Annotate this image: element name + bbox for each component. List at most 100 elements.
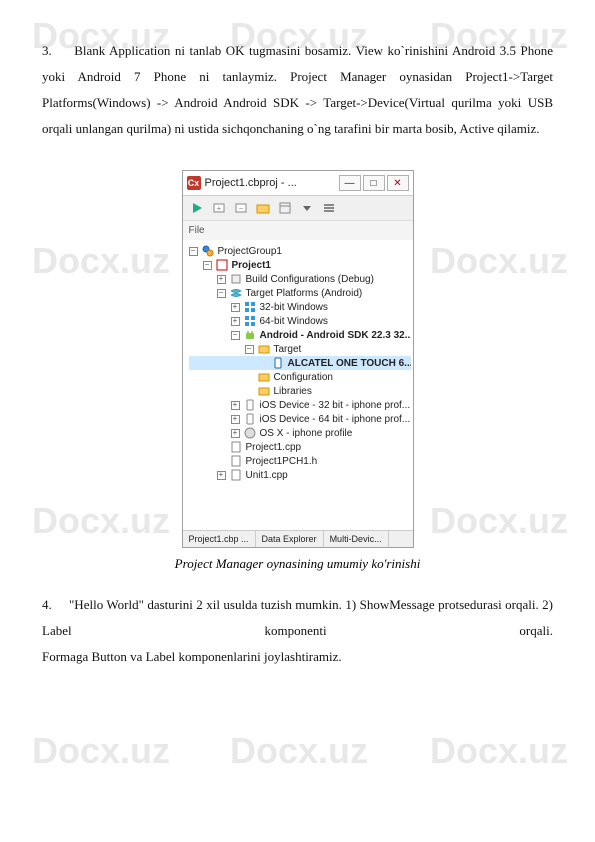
tree-ios64[interactable]: + iOS Device - 64 bit - iphone prof... (189, 412, 411, 426)
node-label: Target (274, 344, 302, 355)
node-label: Project1PCH1.h (246, 456, 318, 467)
folder-icon[interactable] (255, 200, 271, 216)
node-label: iOS Device - 32 bit - iphone prof... (260, 400, 411, 411)
collapse-icon[interactable]: − (231, 331, 240, 340)
node-label: Unit1.cpp (246, 470, 288, 481)
project-icon (216, 259, 228, 271)
view-icon[interactable] (277, 200, 293, 216)
bottom-tabs: Project1.cbp ... Data Explorer Multi-Dev… (183, 530, 413, 547)
watermark: Docx.uz (230, 730, 368, 772)
add-icon[interactable]: + (211, 200, 227, 216)
tree-cpp[interactable]: Project1.cpp (189, 440, 411, 454)
menu-icon[interactable] (321, 200, 337, 216)
windows-icon (244, 301, 256, 313)
spacer (245, 373, 254, 382)
cpp-file-icon (230, 441, 242, 453)
close-button[interactable]: ✕ (387, 175, 409, 191)
tree-config[interactable]: Configuration (189, 370, 411, 384)
tree-win64[interactable]: + 64-bit Windows (189, 314, 411, 328)
node-label: Libraries (274, 386, 312, 397)
tab-multi-device[interactable]: Multi-Devic... (324, 531, 389, 547)
collapse-icon[interactable]: − (189, 247, 198, 256)
tree-win32[interactable]: + 32-bit Windows (189, 300, 411, 314)
tree-build[interactable]: + Build Configurations (Debug) (189, 272, 411, 286)
node-label: Build Configurations (Debug) (246, 274, 374, 285)
build-icon (230, 273, 242, 285)
ios-icon (244, 399, 256, 411)
folder-icon (258, 385, 270, 397)
tree-target[interactable]: − Target (189, 342, 411, 356)
tree-device[interactable]: ALCATEL ONE TOUCH 6... (189, 356, 411, 370)
folder-icon (258, 343, 270, 355)
platforms-icon (230, 287, 242, 299)
figure-caption: Project Manager oynasining umumiy ko'rin… (42, 556, 553, 572)
tree-target-platforms[interactable]: − Target Platforms (Android) (189, 286, 411, 300)
spacer (217, 457, 226, 466)
tree-project[interactable]: − Project1 (189, 258, 411, 272)
tree-ios32[interactable]: + iOS Device - 32 bit - iphone prof... (189, 398, 411, 412)
titlebar: Cx Project1.cbproj - ... — □ ✕ (183, 171, 413, 196)
windows-icon (244, 315, 256, 327)
expand-icon[interactable]: + (217, 275, 226, 284)
phone-icon (272, 357, 284, 369)
paragraph-3: 3. Blank Application ni tanlab OK tugmas… (42, 38, 553, 142)
paragraph-text: "Hello World" dasturini 2 xil usulda tuz… (42, 597, 553, 638)
remove-icon[interactable]: − (233, 200, 249, 216)
section-label: File (183, 221, 413, 240)
node-label: iOS Device - 64 bit - iphone prof... (260, 414, 411, 425)
tree-libs[interactable]: Libraries (189, 384, 411, 398)
node-label: 64-bit Windows (260, 316, 328, 327)
osx-icon (244, 427, 256, 439)
dropdown-icon[interactable] (299, 200, 315, 216)
tree-root[interactable]: − ProjectGroup1 (189, 244, 411, 258)
spacer (245, 387, 254, 396)
expand-icon[interactable]: + (231, 401, 240, 410)
node-label: Target Platforms (Android) (246, 288, 363, 299)
maximize-button[interactable]: □ (363, 175, 385, 191)
node-label: Android - Android SDK 22.3 32... (260, 330, 411, 341)
node-label: Configuration (274, 372, 333, 383)
watermark: Docx.uz (430, 730, 568, 772)
node-label: Project1 (232, 260, 271, 271)
collapse-icon[interactable]: − (203, 261, 212, 270)
figure-project-manager: Cx Project1.cbproj - ... — □ ✕ + − File (42, 170, 553, 548)
collapse-icon[interactable]: − (245, 345, 254, 354)
tab-data-explorer[interactable]: Data Explorer (256, 531, 324, 547)
android-icon (244, 329, 256, 341)
tree-pch[interactable]: Project1PCH1.h (189, 454, 411, 468)
h-file-icon (230, 455, 242, 467)
spacer (259, 359, 268, 368)
svg-text:+: + (216, 204, 221, 213)
list-number: 3. (42, 43, 52, 58)
group-icon (202, 245, 214, 257)
expand-icon[interactable]: + (231, 317, 240, 326)
tree-android[interactable]: − Android - Android SDK 22.3 32... (189, 328, 411, 342)
project-tree: − ProjectGroup1 − Project1 + Build Confi… (183, 240, 413, 530)
paragraph-text: Blank Application ni tanlab OK tugmasini… (42, 43, 553, 136)
tree-unit[interactable]: + Unit1.cpp (189, 468, 411, 482)
ios-icon (244, 413, 256, 425)
expand-icon[interactable]: + (231, 429, 240, 438)
collapse-icon[interactable]: − (217, 289, 226, 298)
node-label: 32-bit Windows (260, 302, 328, 313)
toolbar: + − (183, 196, 413, 221)
minimize-button[interactable]: — (339, 175, 361, 191)
spacer (217, 443, 226, 452)
paragraph-4-line2: Formaga Button va Label komponenlarini j… (42, 644, 553, 670)
svg-text:−: − (238, 204, 243, 213)
page-content: 3. Blank Application ni tanlab OK tugmas… (0, 0, 595, 670)
app-icon: Cx (187, 176, 201, 190)
list-number: 4. (42, 597, 52, 612)
cpp-file-icon (230, 469, 242, 481)
folder-icon (258, 371, 270, 383)
paragraph-4: 4. "Hello World" dasturini 2 xil usulda … (42, 592, 553, 644)
expand-icon[interactable]: + (231, 303, 240, 312)
node-label: Project1.cpp (246, 442, 302, 453)
node-label: OS X - iphone profile (260, 428, 353, 439)
tab-project[interactable]: Project1.cbp ... (183, 531, 256, 547)
run-icon[interactable] (189, 200, 205, 216)
tree-osx[interactable]: + OS X - iphone profile (189, 426, 411, 440)
window-title: Project1.cbproj - ... (205, 177, 335, 189)
expand-icon[interactable]: + (217, 471, 226, 480)
expand-icon[interactable]: + (231, 415, 240, 424)
